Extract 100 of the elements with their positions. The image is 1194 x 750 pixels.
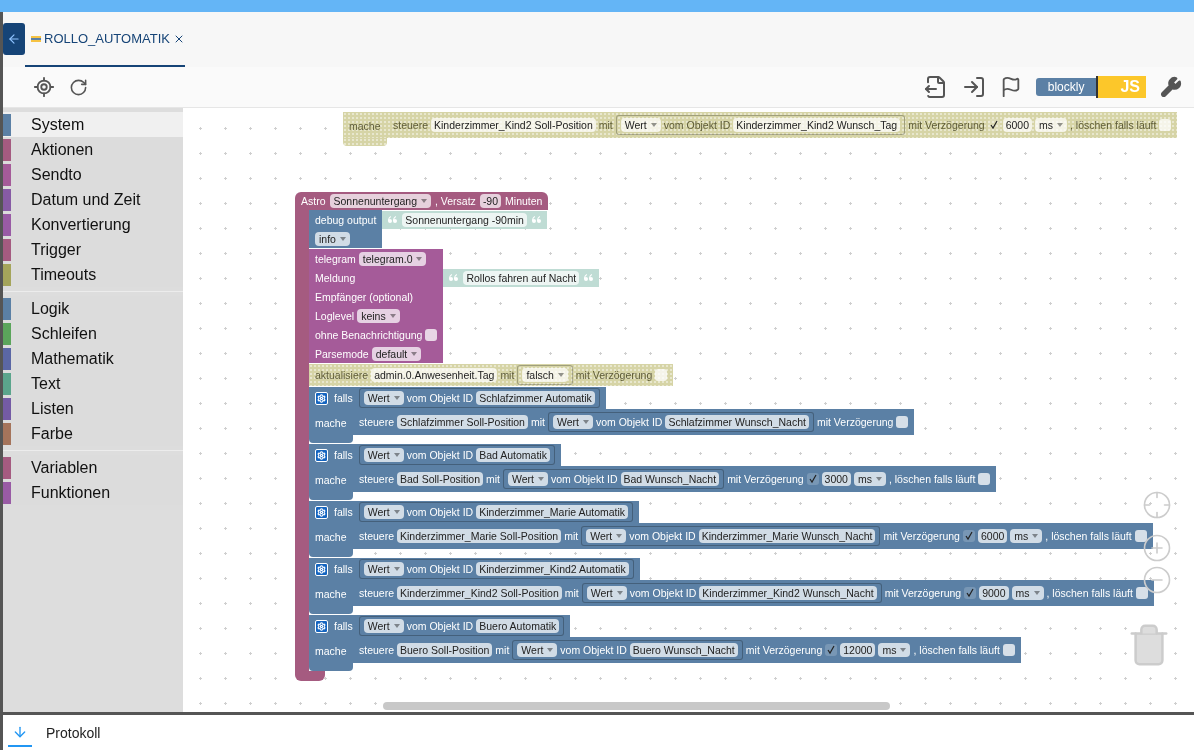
caret-icon	[416, 256, 423, 261]
dropdown-field[interactable]: telegram.0	[358, 251, 427, 266]
dropdown-field[interactable]: Wert	[517, 643, 558, 657]
block-label: vom Objekt ID	[629, 587, 697, 599]
text-field[interactable]: Bad Automatik	[476, 448, 550, 462]
text-field[interactable]: Schlafzimmer Wunsch_Nacht	[665, 415, 809, 429]
caret-icon	[393, 396, 400, 400]
checkbox[interactable]	[425, 328, 438, 341]
dropdown-field[interactable]: Wert	[363, 505, 404, 519]
block-label: mit Verzögerung	[908, 119, 985, 131]
gear-icon[interactable]	[315, 505, 328, 519]
block-label: mache	[315, 474, 347, 486]
gear-icon[interactable]	[315, 619, 328, 633]
text-field[interactable]: -90	[479, 194, 502, 208]
block-label: falls	[334, 620, 353, 632]
text-field[interactable]: Kinderzimmer_Marie Automatik	[476, 505, 629, 519]
category-item[interactable]: System	[3, 112, 183, 137]
back-button[interactable]	[3, 22, 25, 55]
block-label: mit Verzögerung	[575, 369, 653, 381]
block-label: Minuten	[505, 195, 543, 207]
block-label: steuere	[359, 416, 395, 428]
text-field[interactable]: Kinderzimmer_Kind2 Automatik	[476, 562, 629, 576]
gear-icon[interactable]	[315, 391, 328, 405]
dropdown-field[interactable]: keins	[357, 308, 400, 323]
dropdown-field[interactable]: Wert	[363, 448, 404, 462]
block-label: vom Objekt ID	[406, 392, 474, 404]
caret-icon	[411, 351, 418, 356]
text-field[interactable]: Bad Wunsch_Nacht	[620, 472, 720, 486]
dropdown-field[interactable]: Wert	[363, 391, 404, 405]
checkbox[interactable]	[1135, 587, 1148, 599]
caret-icon	[393, 624, 400, 628]
dropdown-field[interactable]: ms	[853, 472, 886, 486]
block-label: mit Verzögerung	[884, 587, 962, 599]
dropdown-field[interactable]: Wert	[363, 562, 404, 576]
scrollbar[interactable]	[383, 702, 890, 710]
text-field[interactable]: Rollos fahren auf Nacht	[463, 270, 580, 285]
block-label: steuere	[359, 473, 395, 485]
dropdown-field[interactable]: Wert	[552, 415, 593, 429]
text-field[interactable]: 6000	[977, 529, 1008, 543]
gear-icon[interactable]	[315, 448, 328, 462]
checkbox[interactable]	[825, 644, 838, 656]
dropdown-field[interactable]: info	[315, 231, 350, 246]
caret-icon	[339, 236, 346, 241]
block-label: vom Objekt ID	[406, 620, 474, 632]
block-label: , Versatz	[435, 195, 476, 207]
dropdown-field[interactable]: ms	[1011, 586, 1044, 600]
zoom-in-icon[interactable]	[1142, 533, 1172, 563]
block-label: aktualisiere	[315, 369, 369, 381]
refresh-button[interactable]	[69, 77, 88, 97]
dropdown-field[interactable]: Wert	[586, 529, 627, 543]
block-label: , löschen falls läuft	[1070, 119, 1157, 131]
checkbox[interactable]	[978, 473, 991, 485]
caret-icon	[1057, 123, 1063, 127]
locate-button[interactable]	[33, 76, 55, 98]
dropdown-field[interactable]: default	[371, 346, 422, 361]
block-label: mit	[530, 416, 545, 428]
text-field[interactable]: 12000	[840, 643, 876, 657]
dropdown-field[interactable]: Wert	[508, 472, 548, 486]
dropdown-field[interactable]: ms	[878, 643, 911, 657]
block-label: vom Objekt ID	[595, 416, 663, 428]
settings-button[interactable]	[1160, 76, 1182, 98]
caret-icon	[875, 477, 882, 481]
text-field[interactable]: Sonnenuntergang -90min	[402, 212, 527, 227]
checkbox[interactable]	[1002, 644, 1015, 656]
checkbox[interactable]	[1134, 530, 1147, 542]
dropdown-field[interactable]: ms	[1010, 529, 1043, 543]
text-field[interactable]: 9000	[979, 586, 1009, 600]
block-label: mit	[564, 530, 579, 542]
zoom-out-icon[interactable]	[1142, 565, 1172, 595]
text-field[interactable]: Kinderzimmer_Marie Soll-Position	[397, 529, 562, 543]
import-button[interactable]	[961, 75, 986, 99]
caret-icon	[616, 534, 623, 538]
block-label: mit Verzögerung	[883, 530, 960, 542]
dropdown-field[interactable]: Wert	[586, 586, 627, 600]
caret-icon	[393, 567, 400, 571]
dropdown-field[interactable]: Wert	[363, 619, 404, 633]
checkbox[interactable]	[962, 530, 975, 542]
text-field[interactable]: Buero Soll-Position	[397, 643, 493, 657]
gear-icon[interactable]	[315, 562, 328, 576]
block-label: steuere	[393, 119, 429, 131]
block-label: Loglevel	[315, 309, 355, 322]
checkbox[interactable]	[896, 416, 909, 428]
export-button[interactable]	[923, 75, 948, 99]
text-field[interactable]: Buero Automatik	[476, 619, 560, 633]
caret-icon	[547, 648, 554, 652]
checkbox[interactable]	[964, 587, 977, 599]
text-field[interactable]: Kinderzimmer_Marie Wunsch_Nacht	[698, 529, 876, 543]
dropdown-field[interactable]: Sonnenuntergang	[329, 194, 431, 208]
text-field[interactable]: Kinderzimmer_Kind2 Soll-Position	[397, 586, 562, 600]
block-label: mache	[315, 588, 347, 600]
text-field[interactable]: Bad Soll-Position	[397, 472, 483, 486]
text-field[interactable]: Schlafzimmer Automatik	[476, 391, 595, 405]
text-field[interactable]: Kinderzimmer_Kind2 Wunsch_Nacht	[699, 586, 877, 600]
text-field[interactable]: 3000	[821, 472, 851, 486]
text-field[interactable]: Buero Wunsch_Nacht	[629, 643, 738, 657]
block-label: vom Objekt ID	[406, 449, 474, 461]
text-field[interactable]: Schlafzimmer Soll-Position	[397, 415, 528, 429]
editor-mode-toggle[interactable]: blockly JS	[1035, 76, 1146, 98]
block-label: debug output	[315, 213, 377, 226]
checkbox[interactable]	[806, 473, 819, 485]
